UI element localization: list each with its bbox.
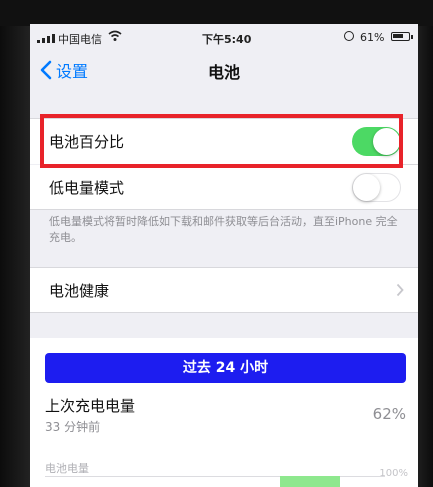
- divider: [30, 209, 418, 210]
- wifi-icon: [108, 30, 122, 41]
- phone-bezel-left: [0, 0, 30, 487]
- battery-health-label: 电池健康: [49, 282, 110, 300]
- rotation-lock-icon: [344, 31, 354, 41]
- phone-screen: 中国电信 下午5:40 61% 设置 电池 电池百分比 低电量模式 低电量模式将…: [30, 24, 418, 487]
- carrier-name: 中国电信: [58, 33, 102, 46]
- page-title: 电池: [207, 63, 240, 82]
- low-power-mode-toggle[interactable]: [352, 173, 401, 202]
- battery-level-axis-top: 100%: [379, 468, 408, 479]
- last-charge-value: 62%: [372, 405, 406, 423]
- status-time: 下午5:40: [202, 33, 252, 46]
- divider: [30, 312, 418, 313]
- low-power-mode-row: 低电量模式: [30, 165, 418, 209]
- battery-health-row[interactable]: 电池健康: [30, 268, 418, 312]
- battery-icon-tip: [411, 35, 413, 39]
- status-bar: 中国电信 下午5:40 61%: [30, 24, 418, 52]
- last-charge-label: 上次充电电量: [45, 397, 136, 415]
- low-power-mode-label: 低电量模式: [49, 179, 125, 197]
- chevron-right-icon: [396, 283, 404, 297]
- red-highlight-box: [40, 114, 403, 168]
- low-power-footnote: 低电量模式将暂时降低如下载和邮件获取等后台活动，直至iPhone 完全充电。: [49, 215, 398, 244]
- last-charge-time: 33 分钟前: [45, 420, 101, 434]
- signal-icon: [37, 34, 55, 43]
- phone-bezel-top: [0, 0, 433, 26]
- battery-percent-text: 61%: [360, 31, 385, 44]
- battery-level-bar: [280, 476, 340, 487]
- time-range-tab[interactable]: 过去 24 小时: [45, 353, 406, 383]
- battery-icon: [391, 32, 410, 41]
- toggle-knob: [353, 174, 380, 201]
- navigation-bar: 设置 电池: [30, 52, 418, 92]
- battery-level-label: 电池电量: [45, 462, 89, 475]
